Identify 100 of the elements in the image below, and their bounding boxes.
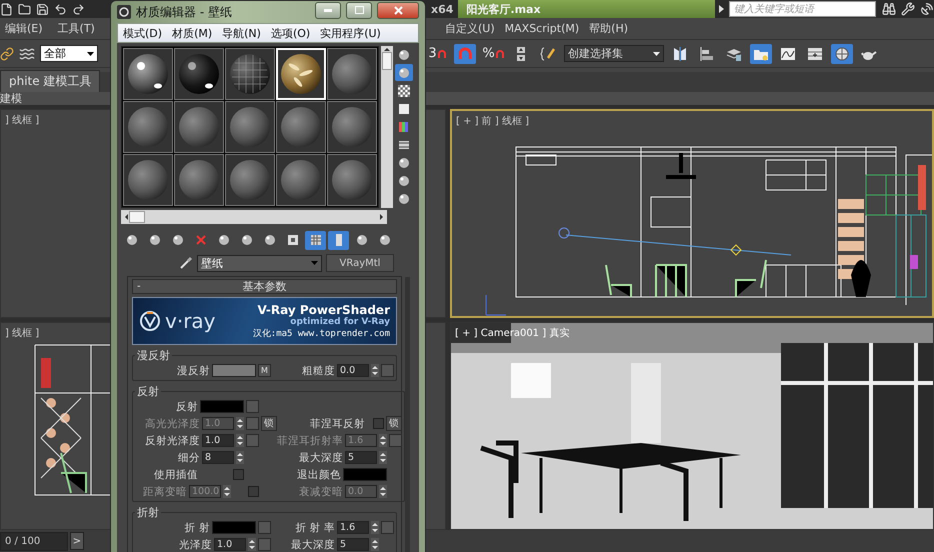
snap-button[interactable]: 3	[425, 42, 449, 64]
material-name-dropdown[interactable]: 壁纸	[197, 254, 322, 272]
spinner-arrows-icon[interactable]	[371, 364, 379, 377]
snap-button[interactable]: %	[481, 42, 505, 64]
spinner-arrows-icon[interactable]	[379, 434, 387, 447]
undo-icon[interactable]	[54, 2, 67, 16]
menu-item[interactable]: MAXScript(M)	[500, 22, 584, 35]
spinner-arrows-icon[interactable]	[236, 434, 244, 447]
scroll-thumb[interactable]	[129, 211, 145, 223]
maximize-button[interactable]	[346, 2, 372, 18]
menu-item[interactable]: 编辑(E)	[0, 21, 48, 36]
menu-item[interactable]: 导航(N)	[217, 26, 266, 40]
group-title: 折射	[136, 505, 160, 520]
caret-icon[interactable]	[718, 5, 724, 13]
spinner-arrows-icon[interactable]	[223, 485, 231, 498]
named-selection-dropdown[interactable]: 创建选择集	[564, 45, 664, 62]
viewport-label[interactable]: ] 线框 ]	[1, 110, 44, 130]
eyedropper-icon[interactable]	[179, 256, 193, 270]
ribbon-panel-label[interactable]: 建模	[0, 91, 22, 106]
selection-filter-dropdown[interactable]: 全部	[40, 45, 98, 62]
material-sphere-icon	[127, 106, 169, 148]
color-swatch[interactable]	[212, 521, 256, 534]
material-sphere-icon	[229, 53, 271, 95]
spinner-field[interactable]: 1.6	[337, 521, 369, 534]
scroll-thumb[interactable]	[382, 52, 392, 70]
viewport-label[interactable]: ] 线框 ]	[1, 322, 44, 342]
menu-item[interactable]: 选项(O)	[266, 26, 316, 40]
menu-item[interactable]: 材质(M)	[167, 26, 218, 40]
toolbar-button[interactable]	[831, 44, 853, 64]
save-icon[interactable]	[36, 2, 49, 16]
viewport[interactable]: [ + ] Camera001 ] 真实	[450, 322, 934, 530]
curve-graph-icon	[780, 46, 796, 62]
material-sphere-icon	[127, 159, 169, 201]
search-field[interactable]: 键入关键字或短语	[728, 1, 876, 17]
material-tool-button[interactable]	[305, 230, 326, 250]
spinner-arrows-icon[interactable]	[379, 451, 387, 464]
sample-slot[interactable]	[123, 48, 173, 100]
rollout-header[interactable]: - 基本参数	[132, 279, 397, 294]
color-swatch[interactable]	[212, 364, 256, 377]
folder-icon[interactable]	[18, 2, 31, 16]
collapse-label[interactable]: -	[137, 281, 157, 292]
material-type-button[interactable]: VRayMtl	[326, 254, 394, 272]
minimize-icon	[324, 8, 332, 12]
color-swatch[interactable]	[200, 400, 244, 413]
frame-counter[interactable]: 0 / 100	[0, 532, 68, 550]
menu-item[interactable]: 工具(T)	[52, 21, 100, 36]
waves-icon[interactable]	[19, 46, 35, 62]
satellite-dish-icon[interactable]	[920, 2, 934, 16]
wrench-icon[interactable]	[901, 2, 915, 16]
sphere-icon	[354, 233, 368, 247]
color-swatch[interactable]	[343, 468, 387, 481]
spinner-field[interactable]: 1.0	[214, 538, 246, 551]
align-icon	[699, 46, 715, 62]
lock-button[interactable]: 锁	[386, 416, 402, 431]
spinner-arrows-icon[interactable]	[371, 538, 379, 551]
spinner-field[interactable]: 5	[345, 451, 377, 464]
menu-item[interactable]: 模式(D)	[118, 26, 168, 40]
spinner-arrows-icon[interactable]	[248, 538, 256, 551]
group-title: 漫反射	[136, 348, 171, 363]
material-sphere-icon	[280, 53, 322, 95]
checkbox[interactable]	[373, 418, 384, 429]
material-tool-button[interactable]	[328, 230, 349, 250]
material-sphere-icon	[178, 159, 220, 201]
spinner-field[interactable]: 0.0	[337, 364, 369, 377]
spinner-field[interactable]: 8	[202, 451, 234, 464]
map-button[interactable]: M	[258, 364, 271, 377]
menu-item[interactable]: 帮助(H)	[584, 21, 634, 36]
next-frame-button[interactable]: >	[70, 532, 84, 550]
caret-icon[interactable]	[379, 213, 385, 221]
version-label: x64	[430, 2, 454, 16]
minimize-button[interactable]	[315, 2, 341, 18]
spinner-arrows-icon[interactable]	[236, 451, 244, 464]
magnet-icon	[438, 50, 446, 58]
menu-item[interactable]: 实用程序(U)	[315, 26, 386, 40]
spinner-arrows-icon[interactable]	[371, 521, 379, 534]
redo-icon[interactable]	[72, 2, 85, 16]
square-icon	[286, 233, 300, 247]
viewport[interactable]: [ + ] 前 ] 线框 ]	[450, 109, 934, 318]
side-tool-button[interactable]	[395, 82, 413, 99]
checkbox[interactable]	[233, 469, 244, 480]
parameter-label: 距离变暗	[142, 484, 187, 498]
close-button[interactable]	[377, 2, 419, 18]
spinner-arrows-icon[interactable]	[236, 417, 244, 430]
color-bars-icon	[397, 120, 411, 134]
maximize-icon	[354, 6, 364, 14]
link-icon[interactable]	[0, 46, 14, 60]
material-sphere-icon	[331, 106, 373, 148]
viewport-label[interactable]: [ + ] 前 ] 线框 ]	[452, 111, 534, 131]
spinner-arrows-icon[interactable]	[379, 485, 387, 498]
new-file-icon[interactable]	[0, 2, 13, 16]
sample-slot[interactable]	[174, 48, 224, 100]
spinner-field[interactable]: 1.0	[202, 434, 234, 447]
binoculars-icon[interactable]	[882, 2, 896, 16]
braces-pencil-icon	[540, 46, 556, 62]
toolbar-button[interactable]	[750, 44, 772, 64]
spinner-field[interactable]: 5	[337, 538, 369, 551]
menu-item[interactable]: 自定义(U)	[440, 21, 500, 36]
ribbon-tab[interactable]: phite 建模工具	[0, 70, 100, 92]
viewport-label[interactable]: [ + ] Camera001 ] 真实	[451, 322, 574, 342]
caret-icon	[653, 52, 660, 56]
